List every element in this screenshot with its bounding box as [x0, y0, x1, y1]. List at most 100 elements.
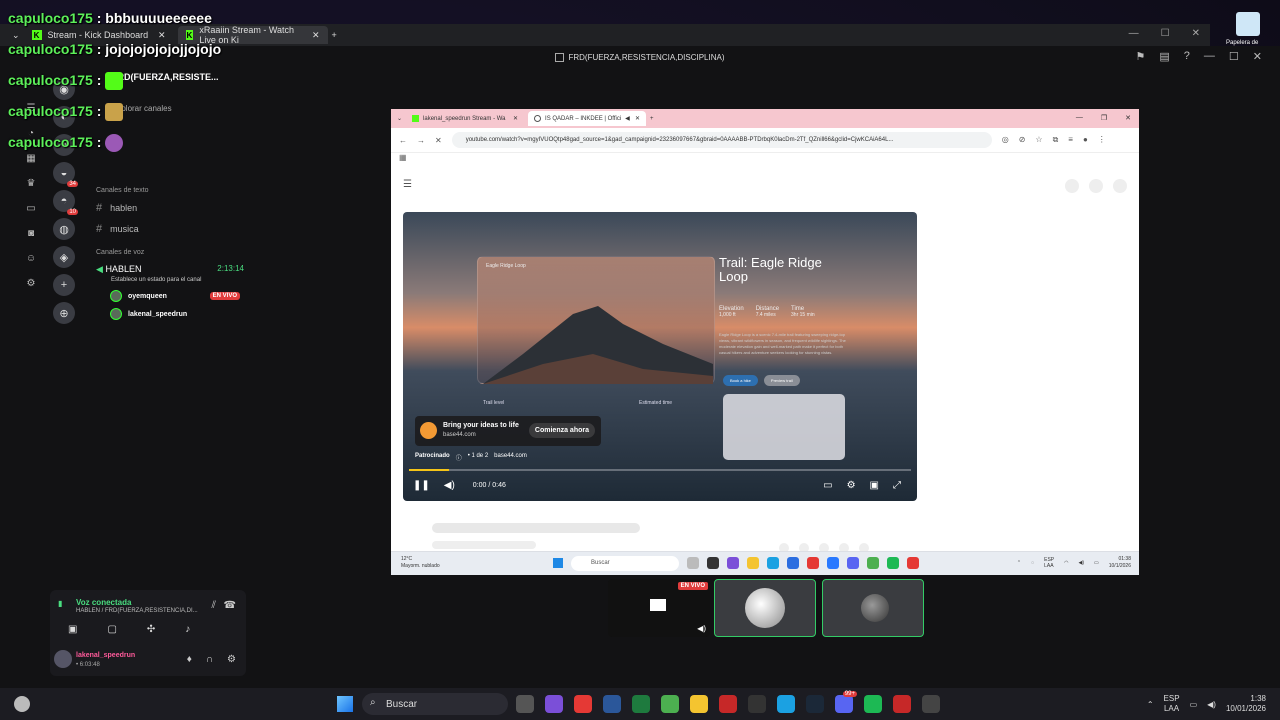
mic-icon[interactable]: ♦	[187, 654, 192, 665]
word-icon[interactable]	[603, 695, 621, 713]
settings-icon[interactable]: ⚙	[847, 480, 856, 491]
language-indicator[interactable]: ESP LAA	[1164, 694, 1180, 714]
maximize-icon[interactable]: ☐	[1229, 50, 1239, 63]
volume-icon[interactable]: ◀)	[697, 624, 706, 633]
video-player[interactable]: Eagle Ridge Loop Trail: Eagle Ridge Loop…	[403, 212, 917, 501]
voice-user[interactable]: oyemqueen EN VIVO	[110, 290, 240, 302]
chrome-icon[interactable]	[661, 695, 679, 713]
bookmark-star-icon[interactable]: ☆	[1035, 135, 1042, 145]
copilot-icon[interactable]	[545, 695, 563, 713]
fullscreen-icon[interactable]: ⤢	[893, 480, 901, 491]
trophy-icon[interactable]: ♛	[27, 178, 36, 189]
app-icon[interactable]	[727, 557, 739, 569]
store-icon[interactable]	[787, 557, 799, 569]
flag-icon[interactable]: ⚑	[1136, 50, 1146, 63]
youtube-icon[interactable]	[574, 695, 592, 713]
voice-location[interactable]: HABLEN / FRD(FUERZA,RESISTENCIA,DI...	[76, 608, 198, 614]
widgets-icon[interactable]	[14, 696, 30, 712]
folder-icon[interactable]	[690, 695, 708, 713]
youtube-icon[interactable]	[807, 557, 819, 569]
task-view-icon[interactable]	[516, 695, 534, 713]
server-icon[interactable]: ◍	[53, 218, 75, 240]
folder-icon[interactable]	[747, 557, 759, 569]
minimize-icon[interactable]: —	[1129, 28, 1139, 39]
obs-icon[interactable]	[907, 557, 919, 569]
add-server-icon[interactable]: +	[53, 274, 75, 296]
close-icon[interactable]: ✕	[1253, 50, 1262, 63]
spotify-icon[interactable]	[887, 557, 899, 569]
close-window-icon[interactable]: ✕	[1192, 28, 1200, 39]
progress-bar[interactable]	[409, 469, 911, 471]
wifi-icon[interactable]: ◠	[1064, 560, 1068, 566]
user-name[interactable]: lakenal_speedrun	[76, 652, 135, 659]
participant-tile[interactable]	[822, 579, 924, 637]
volume-icon[interactable]: ◀)	[1207, 700, 1216, 709]
server-icon[interactable]: ◓ 10	[53, 190, 78, 215]
discover-icon[interactable]: ⊕	[53, 302, 75, 324]
activities-icon[interactable]: ✣	[147, 624, 155, 635]
pause-icon[interactable]: ❚❚	[413, 480, 430, 491]
captions-icon[interactable]: ▭	[823, 480, 832, 491]
lens-icon[interactable]: ◎	[1002, 135, 1009, 145]
theater-icon[interactable]: ▣	[870, 480, 879, 491]
spotify-icon[interactable]	[864, 695, 882, 713]
lang[interactable]: ESP LAA	[1044, 557, 1054, 569]
yt-menu-icon[interactable]: ☰	[403, 179, 412, 190]
obs-icon[interactable]	[893, 695, 911, 713]
maximize-icon[interactable]: ☐	[1161, 28, 1170, 39]
stop-icon[interactable]: ✕	[435, 136, 442, 145]
edge-icon[interactable]	[767, 557, 779, 569]
voice-user[interactable]: lakenal_speedrun	[110, 308, 187, 320]
volume-icon[interactable]: ◀)	[1079, 560, 1085, 566]
url-field[interactable]: youtube.com/watch?v=mgyIVUOQtp48gad_sour…	[451, 132, 992, 148]
sponsor-site[interactable]: base44.com	[494, 453, 527, 462]
info-icon[interactable]: ⓘ	[456, 453, 462, 462]
discord-icon[interactable]	[847, 557, 859, 569]
stream-tab-youtube[interactable]: IS QADAR – INKDEE | Offici ◀ ✕	[528, 111, 647, 126]
chrome-icon[interactable]	[867, 557, 879, 569]
taskbar-search[interactable]: ⌕ Buscar	[362, 693, 508, 715]
forward-icon[interactable]: →	[417, 136, 425, 145]
app-icon[interactable]	[707, 557, 719, 569]
recycle-bin-icon[interactable]	[1236, 12, 1260, 36]
friends-icon[interactable]: ☺	[26, 253, 36, 264]
extensions-icon[interactable]: ⧉	[1053, 135, 1059, 145]
close-icon[interactable]: ✕	[312, 30, 320, 41]
channel-hablen[interactable]: # hablen	[96, 202, 137, 214]
channel-musica[interactable]: # musica	[96, 223, 139, 235]
start-icon[interactable]	[553, 558, 563, 568]
minimize-icon[interactable]: —	[1076, 114, 1083, 122]
app-icon[interactable]	[748, 695, 766, 713]
user-settings-icon[interactable]: ⚙	[227, 654, 236, 665]
chevron-up-icon[interactable]: ⌃	[1147, 700, 1154, 709]
eye-off-icon[interactable]: ⊘	[1019, 135, 1026, 145]
avatar[interactable]	[54, 650, 72, 668]
noise-suppression-icon[interactable]: ⫽	[212, 600, 216, 611]
media-icon[interactable]: ≡	[1068, 135, 1073, 145]
chevron-up-icon[interactable]: ⌃	[1017, 560, 1021, 566]
start-icon[interactable]	[337, 696, 353, 712]
minimize-icon[interactable]: —	[1204, 50, 1215, 63]
help-icon[interactable]: ?	[1184, 50, 1190, 63]
app-icon[interactable]	[922, 695, 940, 713]
maximize-icon[interactable]: ❐	[1101, 114, 1107, 122]
camera-icon[interactable]: ◙	[28, 228, 34, 239]
taskbar-clock[interactable]: 1:38 10/01/2026	[1226, 694, 1266, 714]
close-icon[interactable]: ✕	[513, 115, 518, 122]
volume-icon[interactable]: ◀)	[444, 480, 455, 491]
disconnect-icon[interactable]: ☎	[224, 600, 236, 611]
steam-icon[interactable]	[806, 695, 824, 713]
tab-list-icon[interactable]: ⌄	[397, 115, 402, 122]
ad-overlay[interactable]: Bring your ideas to life base44.com Comi…	[415, 416, 601, 446]
battery-icon[interactable]: ▭	[1094, 560, 1099, 566]
server-icon-active[interactable]: ◈	[53, 246, 75, 268]
app-icon[interactable]	[827, 557, 839, 569]
voice-channel-hablen[interactable]: ◀ HABLEN 2:13:14 Establece un estado par…	[96, 264, 244, 283]
camera-off-icon[interactable]: ▣	[68, 624, 77, 635]
participant-tile[interactable]	[714, 579, 816, 637]
new-tab-icon[interactable]: +	[332, 30, 337, 40]
stream-tab-kick[interactable]: lakenal_speedrun Stream - Wa ✕	[406, 111, 524, 126]
voice-connected-title[interactable]: Voz conectada	[76, 598, 131, 607]
filezilla-icon[interactable]	[719, 695, 737, 713]
back-icon[interactable]: ←	[399, 136, 407, 145]
